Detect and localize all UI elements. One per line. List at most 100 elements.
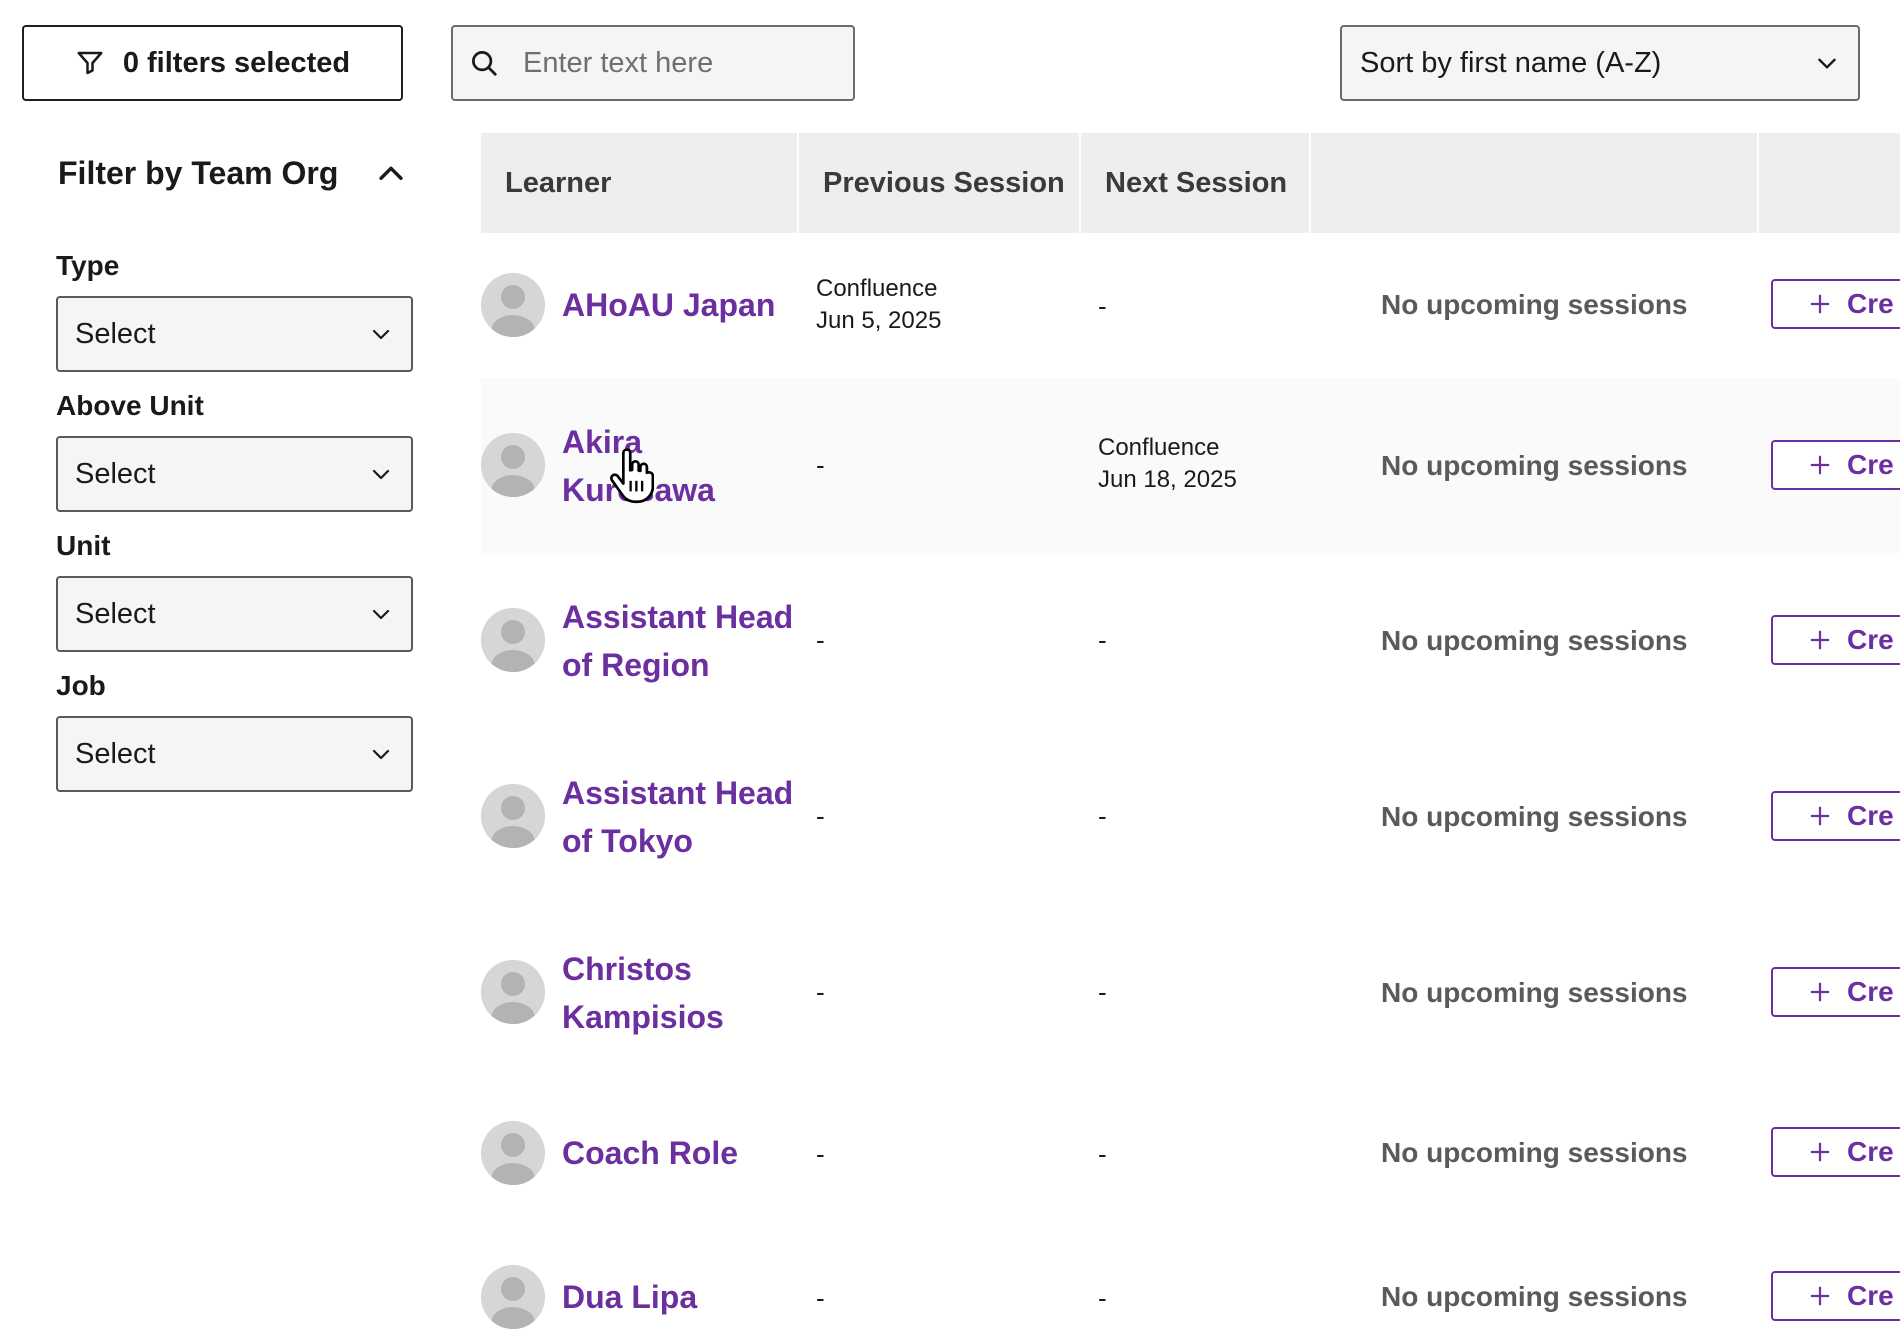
learner-name-link[interactable]: Assistant Head of Tokyo xyxy=(562,769,802,865)
next-session-cell: - xyxy=(1098,1283,1107,1313)
avatar xyxy=(481,960,545,1024)
table-row: Akira Kurosawa - Confluence Jun 18, 2025… xyxy=(481,378,1900,553)
column-header-next-session[interactable]: Next Session xyxy=(1081,133,1311,233)
next-session-cell: - xyxy=(1098,977,1107,1007)
table-header: Learner Previous Session Next Session xyxy=(481,133,1900,233)
avatar xyxy=(481,608,545,672)
type-label: Type xyxy=(56,250,120,281)
create-session-button[interactable]: Cre xyxy=(1771,279,1900,329)
previous-session-cell: - xyxy=(816,801,825,831)
user-avatar-icon xyxy=(481,1265,545,1329)
column-header-status xyxy=(1311,133,1759,233)
job-label: Job xyxy=(56,670,106,701)
next-session-cell: - xyxy=(1098,625,1107,655)
table-row: Assistant Head of Tokyo - - No upcoming … xyxy=(481,729,1900,905)
table-row: Assistant Head of Region - - No upcoming… xyxy=(481,553,1900,729)
next-session-cell: Confluence Jun 18, 2025 xyxy=(1098,432,1237,496)
previous-session-date: Jun 5, 2025 xyxy=(816,307,942,334)
create-session-label: Cre xyxy=(1847,624,1894,655)
previous-session-cell: - xyxy=(816,625,825,655)
table-row: AHoAU Japan Confluence Jun 5, 2025 - No … xyxy=(481,233,1900,378)
hand-cursor-icon xyxy=(610,448,654,504)
learner-name-link[interactable]: Dua Lipa xyxy=(562,1273,802,1321)
create-session-label: Cre xyxy=(1847,800,1894,831)
column-header-previous-session[interactable]: Previous Session xyxy=(799,133,1081,233)
upcoming-status: No upcoming sessions xyxy=(1381,1281,1688,1312)
chevron-down-icon xyxy=(372,609,390,620)
create-session-label: Cre xyxy=(1847,976,1894,1007)
avatar xyxy=(481,784,545,848)
search-box[interactable] xyxy=(451,25,855,101)
create-session-button[interactable]: Cre xyxy=(1771,1127,1900,1177)
type-select-value: Select xyxy=(75,317,156,350)
filters-button-label: 0 filters selected xyxy=(122,46,351,79)
learner-name-link[interactable]: Assistant Head of Region xyxy=(562,593,802,689)
upcoming-status: No upcoming sessions xyxy=(1381,625,1688,656)
create-session-button[interactable]: Cre xyxy=(1771,1271,1900,1321)
create-session-label: Cre xyxy=(1847,449,1894,480)
unit-select-value: Select xyxy=(75,597,156,630)
create-session-label: Cre xyxy=(1847,1280,1894,1311)
type-select[interactable]: Select xyxy=(56,296,413,372)
chevron-down-icon xyxy=(372,329,390,340)
next-session-cell: - xyxy=(1098,1139,1107,1169)
next-session-title: Confluence xyxy=(1098,434,1220,461)
sort-dropdown-value: Sort by first name (A-Z) xyxy=(1360,46,1662,79)
previous-session-cell: - xyxy=(816,1283,825,1313)
previous-session-cell: Confluence Jun 5, 2025 xyxy=(816,273,941,337)
upcoming-status: No upcoming sessions xyxy=(1381,801,1688,832)
avatar xyxy=(481,1121,545,1185)
chevron-down-icon xyxy=(372,749,390,760)
table-row: Dua Lipa - - No upcoming sessions Cre xyxy=(481,1225,1900,1344)
job-select[interactable]: Select xyxy=(56,716,413,792)
previous-session-cell: - xyxy=(816,977,825,1007)
chevron-down-icon xyxy=(1818,58,1836,69)
next-session-cell: - xyxy=(1098,291,1107,321)
learner-name-link[interactable]: Akira Kurosawa xyxy=(562,418,802,514)
upcoming-status: No upcoming sessions xyxy=(1381,977,1688,1008)
plus-icon xyxy=(1810,806,1830,826)
plus-icon xyxy=(1810,1142,1830,1162)
learner-name-link[interactable]: Christos Kampisios xyxy=(562,945,802,1041)
learner-name-link[interactable]: AHoAU Japan xyxy=(562,281,802,329)
search-input[interactable] xyxy=(523,46,843,80)
filter-icon xyxy=(77,51,103,75)
create-session-button[interactable]: Cre xyxy=(1771,615,1900,665)
create-session-button[interactable]: Cre xyxy=(1771,791,1900,841)
sort-dropdown[interactable]: Sort by first name (A-Z) xyxy=(1340,25,1860,101)
filter-section-header[interactable]: Filter by Team Org xyxy=(58,155,408,192)
filters-button[interactable]: 0 filters selected xyxy=(22,25,403,101)
previous-session-cell: - xyxy=(816,450,825,480)
user-avatar-icon xyxy=(481,1121,545,1185)
search-icon xyxy=(472,51,497,76)
user-avatar-icon xyxy=(481,273,545,337)
column-header-learner[interactable]: Learner xyxy=(481,133,799,233)
user-avatar-icon xyxy=(481,960,545,1024)
previous-session-cell: - xyxy=(816,1139,825,1169)
create-session-button[interactable]: Cre xyxy=(1771,440,1900,490)
next-session-date: Jun 18, 2025 xyxy=(1098,466,1237,493)
filter-section-title: Filter by Team Org xyxy=(58,155,339,191)
above-unit-select-value: Select xyxy=(75,457,156,490)
avatar xyxy=(481,433,545,497)
plus-icon xyxy=(1810,294,1830,314)
create-session-label: Cre xyxy=(1847,1136,1894,1167)
user-avatar-icon xyxy=(481,433,545,497)
create-session-button[interactable]: Cre xyxy=(1771,967,1900,1017)
chevron-up-icon[interactable] xyxy=(374,157,408,191)
unit-select[interactable]: Select xyxy=(56,576,413,652)
upcoming-status: No upcoming sessions xyxy=(1381,1137,1688,1168)
table-row: Coach Role - - No upcoming sessions Cre xyxy=(481,1081,1900,1225)
create-session-label: Cre xyxy=(1847,288,1894,319)
plus-icon xyxy=(1810,455,1830,475)
above-unit-select[interactable]: Select xyxy=(56,436,413,512)
plus-icon xyxy=(1810,982,1830,1002)
user-avatar-icon xyxy=(481,608,545,672)
column-header-actions xyxy=(1759,133,1900,233)
learner-name-link[interactable]: Coach Role xyxy=(562,1129,802,1177)
above-unit-label: Above Unit xyxy=(56,390,204,421)
chevron-down-icon xyxy=(372,469,390,480)
plus-icon xyxy=(1810,1286,1830,1306)
upcoming-status: No upcoming sessions xyxy=(1381,289,1688,320)
user-avatar-icon xyxy=(481,784,545,848)
